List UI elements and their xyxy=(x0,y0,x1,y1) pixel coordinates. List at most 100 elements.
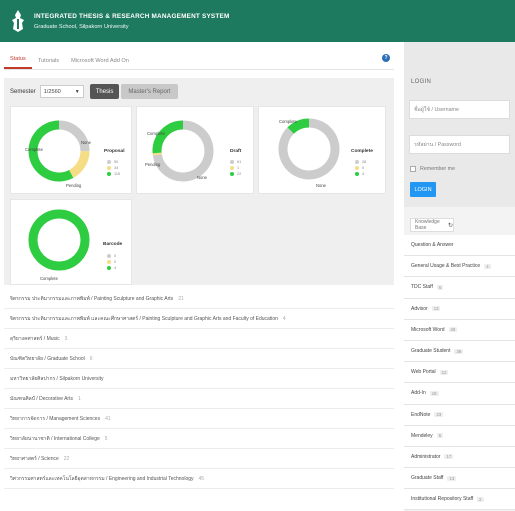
semester-select[interactable]: 1/2560 ▼ xyxy=(39,85,84,98)
tab-tutorials[interactable]: Tutorials xyxy=(32,58,65,69)
list-item[interactable]: วิทยาศาสตร์ / Science 22 xyxy=(4,449,394,469)
legend-value-none: 28 xyxy=(362,160,367,164)
kb-item[interactable]: General Usage & Best Practice 4 xyxy=(404,256,515,278)
kb-item-count: 18 xyxy=(429,390,439,396)
chart-legend: 61 1 22 xyxy=(230,159,241,177)
tab-word-add-on[interactable]: Microsoft Word Add On xyxy=(65,58,135,69)
chart-title: Proposal xyxy=(104,149,125,154)
help-icon[interactable]: ? xyxy=(382,54,390,62)
kb-item[interactable]: Graduate Staff 13 xyxy=(404,468,515,490)
legend-dot-pending xyxy=(355,166,359,170)
kb-item-count: 28 xyxy=(448,327,458,333)
kb-item[interactable]: Add-In 18 xyxy=(404,383,515,405)
kb-item-count: 13 xyxy=(447,475,457,481)
legend-value-pending: 1 xyxy=(237,166,240,170)
department-count: 1 xyxy=(77,395,81,402)
password-field[interactable]: รหัสผ่าน / Password xyxy=(409,135,510,154)
chevron-down-icon: ▼ xyxy=(74,89,80,95)
kb-item-label: Mendeley xyxy=(411,432,433,439)
app-subtitle: Graduate School, Silpakorn University xyxy=(34,23,129,30)
kb-item-count: 6 xyxy=(436,284,444,290)
list-item[interactable]: วิทยาลัยนานาชาติ / International College… xyxy=(4,429,394,449)
kb-item[interactable]: Microsoft Word 28 xyxy=(404,319,515,341)
department-name: ดุริยางคศาสตร์ / Music xyxy=(10,335,60,342)
list-item[interactable]: มัณฑนศิลป์ / Decorative Arts 1 xyxy=(4,389,394,409)
legend-dot-complete xyxy=(230,172,234,176)
kb-item-count: 23 xyxy=(434,412,444,418)
department-count: 22 xyxy=(63,455,70,462)
kb-item[interactable]: Question & Answer xyxy=(404,235,515,257)
department-count: 21 xyxy=(178,295,184,302)
kb-item[interactable]: TDC Staff 6 xyxy=(404,277,515,299)
header-bar: INTEGRATED THESIS & RESEARCH MANAGEMENT … xyxy=(0,0,515,42)
remember-me-label: Remember me xyxy=(420,166,456,172)
semester-value: 1/2560 xyxy=(43,88,61,95)
username-placeholder: ชื่อผู้ใช้ / Username xyxy=(414,106,459,113)
department-name: วิทยาลัยนานาชาติ / International College xyxy=(10,435,100,442)
chart-title: Draft xyxy=(230,149,242,154)
kb-item-count: 2 xyxy=(477,496,484,502)
list-item[interactable]: จิตรกรรม ประติมากรรมและภาพพิมพ์ และคณะศึ… xyxy=(4,309,394,329)
chart-legend: 28 0 4 xyxy=(355,159,366,177)
donut-slice-none xyxy=(278,118,340,180)
kb-item-count: 4 xyxy=(484,263,491,269)
department-count: 6 xyxy=(89,355,93,362)
list-item[interactable]: วิศวกรรมศาสตร์และเทคโนโลยีอุตสาหกรรม / E… xyxy=(4,469,394,489)
login-button[interactable]: LOGIN xyxy=(410,182,436,197)
kb-item[interactable]: Institutional Repository Staff 2 xyxy=(404,489,515,511)
legend-value-none: 61 xyxy=(237,160,242,164)
kb-item[interactable]: Administrator 17 xyxy=(404,446,515,469)
legend-dot-none xyxy=(107,254,111,258)
kb-item-count: 39 xyxy=(454,348,464,354)
kb-item[interactable]: EndNote 23 xyxy=(404,404,515,426)
refresh-icon[interactable]: ↻ xyxy=(448,222,453,229)
thesis-button[interactable]: Thesis xyxy=(89,84,120,99)
kb-item-label: Microsoft Word xyxy=(411,326,445,333)
username-field[interactable]: ชื่อผู้ใช้ / Username xyxy=(409,100,510,119)
kb-item-label: Administrator xyxy=(411,453,441,460)
label-pending: Pending xyxy=(145,162,161,167)
list-item[interactable]: จิตรกรรม ประติมากรรมและภาพพิมพ์ / Painti… xyxy=(4,289,394,309)
list-item[interactable]: บัณฑิตวิทยาลัย / Graduate School 6 xyxy=(4,349,394,369)
kb-item-label: EndNote xyxy=(411,411,431,418)
masters-report-button[interactable]: Master's Report xyxy=(121,84,178,99)
kb-item-count: 17 xyxy=(444,454,454,460)
kb-item-label: Advisor xyxy=(411,305,428,312)
list-item[interactable]: วิทยาการจัดการ / Management Sciences 41 xyxy=(4,409,394,429)
semester-toolbar: Semester 1/2560 ▼ Thesis Master's Report xyxy=(10,84,178,99)
donut-slice-complete xyxy=(287,118,310,135)
legend-value-none: 0 xyxy=(114,254,117,258)
chart-card-complete: Complete None Complete 28 0 4 xyxy=(258,106,386,194)
department-count: 3 xyxy=(64,335,68,342)
kb-item[interactable]: Advisor 13 xyxy=(404,298,515,320)
donut-slice-pending xyxy=(68,150,90,178)
kb-item[interactable]: Web Portal 12 xyxy=(404,362,515,384)
knowledge-base-list: Question & Answer General Usage & Best P… xyxy=(404,235,515,511)
chart-legend: 0 0 4 xyxy=(107,253,116,271)
legend-dot-complete xyxy=(107,172,111,176)
kb-item[interactable]: Graduate Student 39 xyxy=(404,340,515,363)
department-name: จิตรกรรม ประติมากรรมและภาพพิมพ์ / Painti… xyxy=(10,295,174,302)
legend-dot-none xyxy=(355,160,359,164)
tab-knowledge-base[interactable]: Knowledge Base ↻ xyxy=(410,218,454,232)
department-list: จิตรกรรม ประติมากรรมและภาพพิมพ์ / Painti… xyxy=(4,289,394,489)
kb-item[interactable]: Mendeley 6 xyxy=(404,425,515,447)
legend-dot-pending xyxy=(230,166,234,170)
tab-status[interactable]: Status xyxy=(4,56,32,69)
donut-slice-complete xyxy=(28,209,90,271)
legend-value-complete: 22 xyxy=(237,172,242,176)
chart-card-proposal: Complete None Pending Proposal 50 34 115 xyxy=(10,106,132,194)
login-title: LOGIN xyxy=(411,79,432,85)
list-item[interactable]: มหาวิทยาลัยศิลปากร / Silpakorn Universit… xyxy=(4,369,394,389)
department-count: 45 xyxy=(198,475,205,482)
knowledge-base-label: Knowledge Base xyxy=(415,219,440,231)
legend-dot-none xyxy=(107,160,111,164)
list-item[interactable]: ดุริยางคศาสตร์ / Music 3 xyxy=(4,329,394,349)
chart-title: Complete xyxy=(351,149,373,154)
kb-item-label: General Usage & Best Practice xyxy=(411,263,481,270)
department-name: บัณฑิตวิทยาลัย / Graduate School xyxy=(10,355,85,362)
remember-me-checkbox[interactable] xyxy=(410,166,416,172)
department-name: มัณฑนศิลป์ / Decorative Arts xyxy=(10,395,73,402)
label-complete: Complete xyxy=(25,147,43,152)
label-none: None xyxy=(81,140,92,145)
